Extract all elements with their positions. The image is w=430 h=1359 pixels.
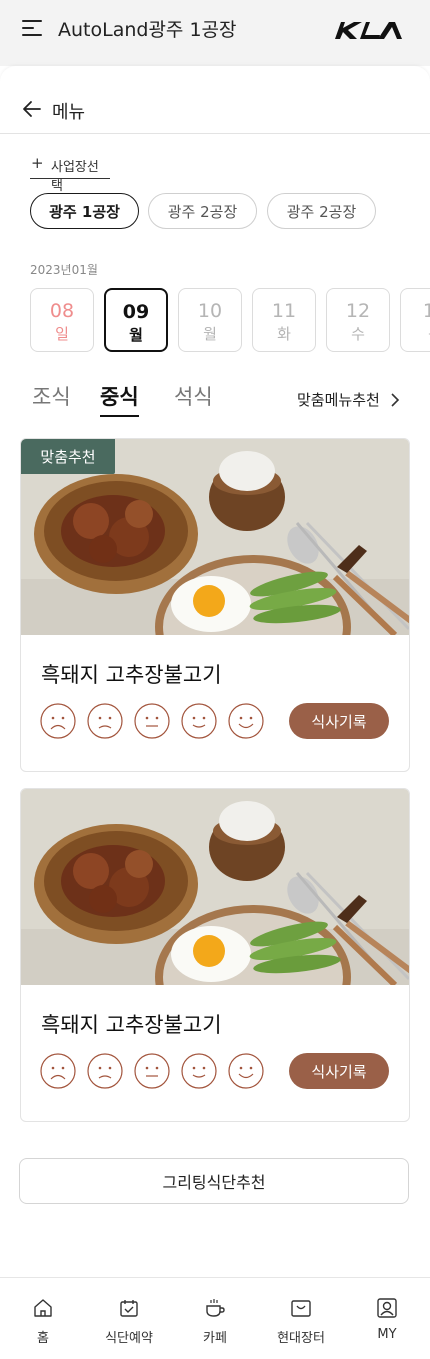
nav-cafe[interactable]: 카페 [172,1278,258,1359]
month-label: 2023년01월 [30,263,98,277]
home-icon [34,1299,52,1317]
user-icon [377,1298,397,1318]
very-sad-face-icon[interactable] [40,703,76,739]
meal-name: 흑돼지 고추장불고기 [41,663,222,687]
happy-face-icon[interactable] [228,1053,264,1089]
nav-label: 현대장터 [277,1331,325,1346]
tab-dinner[interactable]: 석식 [174,381,213,411]
nav-label: MY [377,1327,397,1342]
date-card[interactable]: 08 일 [30,288,94,352]
bottom-nav: 홈 식단예약 카페 현대장터 MY [0,1277,430,1359]
plant-option[interactable]: 광주 2공장 [148,193,257,229]
hamburger-icon[interactable] [22,19,42,37]
nav-label: 홈 [37,1331,49,1346]
plus-icon: + [31,154,44,172]
custom-recommend-badge: 맞춤추천 [21,439,115,474]
back-arrow-icon[interactable] [22,99,42,119]
neutral-face-icon[interactable] [134,703,170,739]
date-card[interactable]: 12 수 [326,288,390,352]
very-sad-face-icon[interactable] [40,1053,76,1089]
meal-record-button[interactable]: 식사기록 [289,703,389,739]
plant-option[interactable]: 광주 2공장 [267,193,376,229]
date-number: 13 [419,300,430,322]
app-header: AutoLand광주 1공장 [0,0,430,66]
date-weekday: 수 [351,325,365,343]
happy-face-icon[interactable] [228,703,264,739]
date-number: 10 [197,300,223,322]
menu-page-header: 메뉴 [0,84,430,134]
nav-hyundai-market[interactable]: 현대장터 [258,1278,344,1359]
smile-face-icon[interactable] [181,703,217,739]
calendar-check-icon [120,1300,138,1317]
greeting-diet-recommend-button[interactable]: 그리팅식단추천 [19,1158,409,1204]
nav-my[interactable]: MY [344,1278,430,1359]
meal-card: 맞춤추천 흑돼지 고추장불고기 식사기록 [20,438,410,772]
meal-record-button[interactable]: 식사기록 [289,1053,389,1089]
custom-menu-recommend-link[interactable]: 맞춤메뉴추천 [297,389,380,410]
date-number: 08 [49,300,75,322]
smile-face-icon[interactable] [181,1053,217,1089]
date-number: 12 [345,300,371,322]
app-title: AutoLand광주 1공장 [58,19,237,41]
meal-name: 흑돼지 고추장불고기 [41,1013,222,1037]
date-weekday: 화 [277,325,291,343]
date-weekday: 월 [203,325,217,343]
date-weekday: 월 [129,326,143,344]
date-number: 11 [271,300,297,322]
sad-face-icon[interactable] [87,1053,123,1089]
date-card[interactable]: 13 목 [400,288,430,352]
site-select-label: 사업장선택 [51,160,99,194]
neutral-face-icon[interactable] [134,1053,170,1089]
date-card[interactable]: 10 월 [178,288,242,352]
kia-logo [335,22,402,39]
plant-option[interactable]: 광주 1공장 [30,193,139,229]
date-weekday: 목 [419,323,430,344]
nav-label: 카페 [203,1331,227,1346]
date-weekday: 일 [55,325,69,343]
chevron-right-icon[interactable] [389,392,401,408]
site-select-button[interactable]: + 사업장선택 [30,154,110,194]
date-number: 09 [122,301,150,323]
nav-home[interactable]: 홈 [0,1278,86,1359]
shopping-bag-icon [291,1300,311,1317]
sad-face-icon[interactable] [87,703,123,739]
date-card[interactable]: 09 월 [104,288,168,352]
meal-card: 흑돼지 고추장불고기 식사기록 [20,788,410,1122]
tab-breakfast[interactable]: 조식 [32,381,71,411]
coffee-cup-icon [206,1299,225,1317]
nav-label: 식단예약 [105,1331,153,1346]
nav-meal-reservation[interactable]: 식단예약 [86,1278,172,1359]
tab-lunch[interactable]: 중식 [100,381,139,417]
meal-photo [21,789,409,985]
date-card[interactable]: 11 화 [252,288,316,352]
page-title: 메뉴 [52,102,86,123]
